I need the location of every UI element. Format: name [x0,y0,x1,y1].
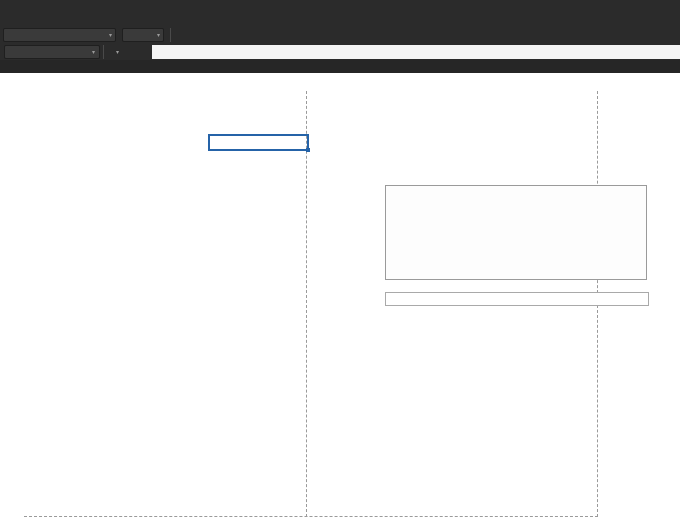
spreadsheet [0,60,680,521]
mode-demploi-textbox[interactable] [385,185,647,280]
font-size-select[interactable]: ▾ [122,28,164,42]
chevron-down-icon: ▾ [109,32,112,39]
formula-input[interactable] [152,45,680,59]
page-break-horizontal [24,516,598,517]
chevron-down-icon: ▾ [157,32,160,39]
font-name-select[interactable]: ▾ [3,28,116,42]
cell-selection-border[interactable] [208,134,309,151]
divider [103,45,104,59]
standard-toolbar [0,0,680,27]
chevron-down-icon: ▾ [92,49,95,56]
column-headers [0,60,680,73]
formula-bar: ▾ ▾ [0,44,680,60]
formatting-toolbar: ▾ ▾ [0,26,680,45]
page-break-vertical-1 [306,91,307,517]
calc-window: ▾ ▾ ▾ ▾ [0,0,680,521]
name-box[interactable]: ▾ [4,45,100,59]
divider [170,28,171,42]
fill-handle[interactable] [306,148,310,152]
empty-textbox[interactable] [385,292,649,306]
chevron-down-icon: ▾ [116,49,119,56]
